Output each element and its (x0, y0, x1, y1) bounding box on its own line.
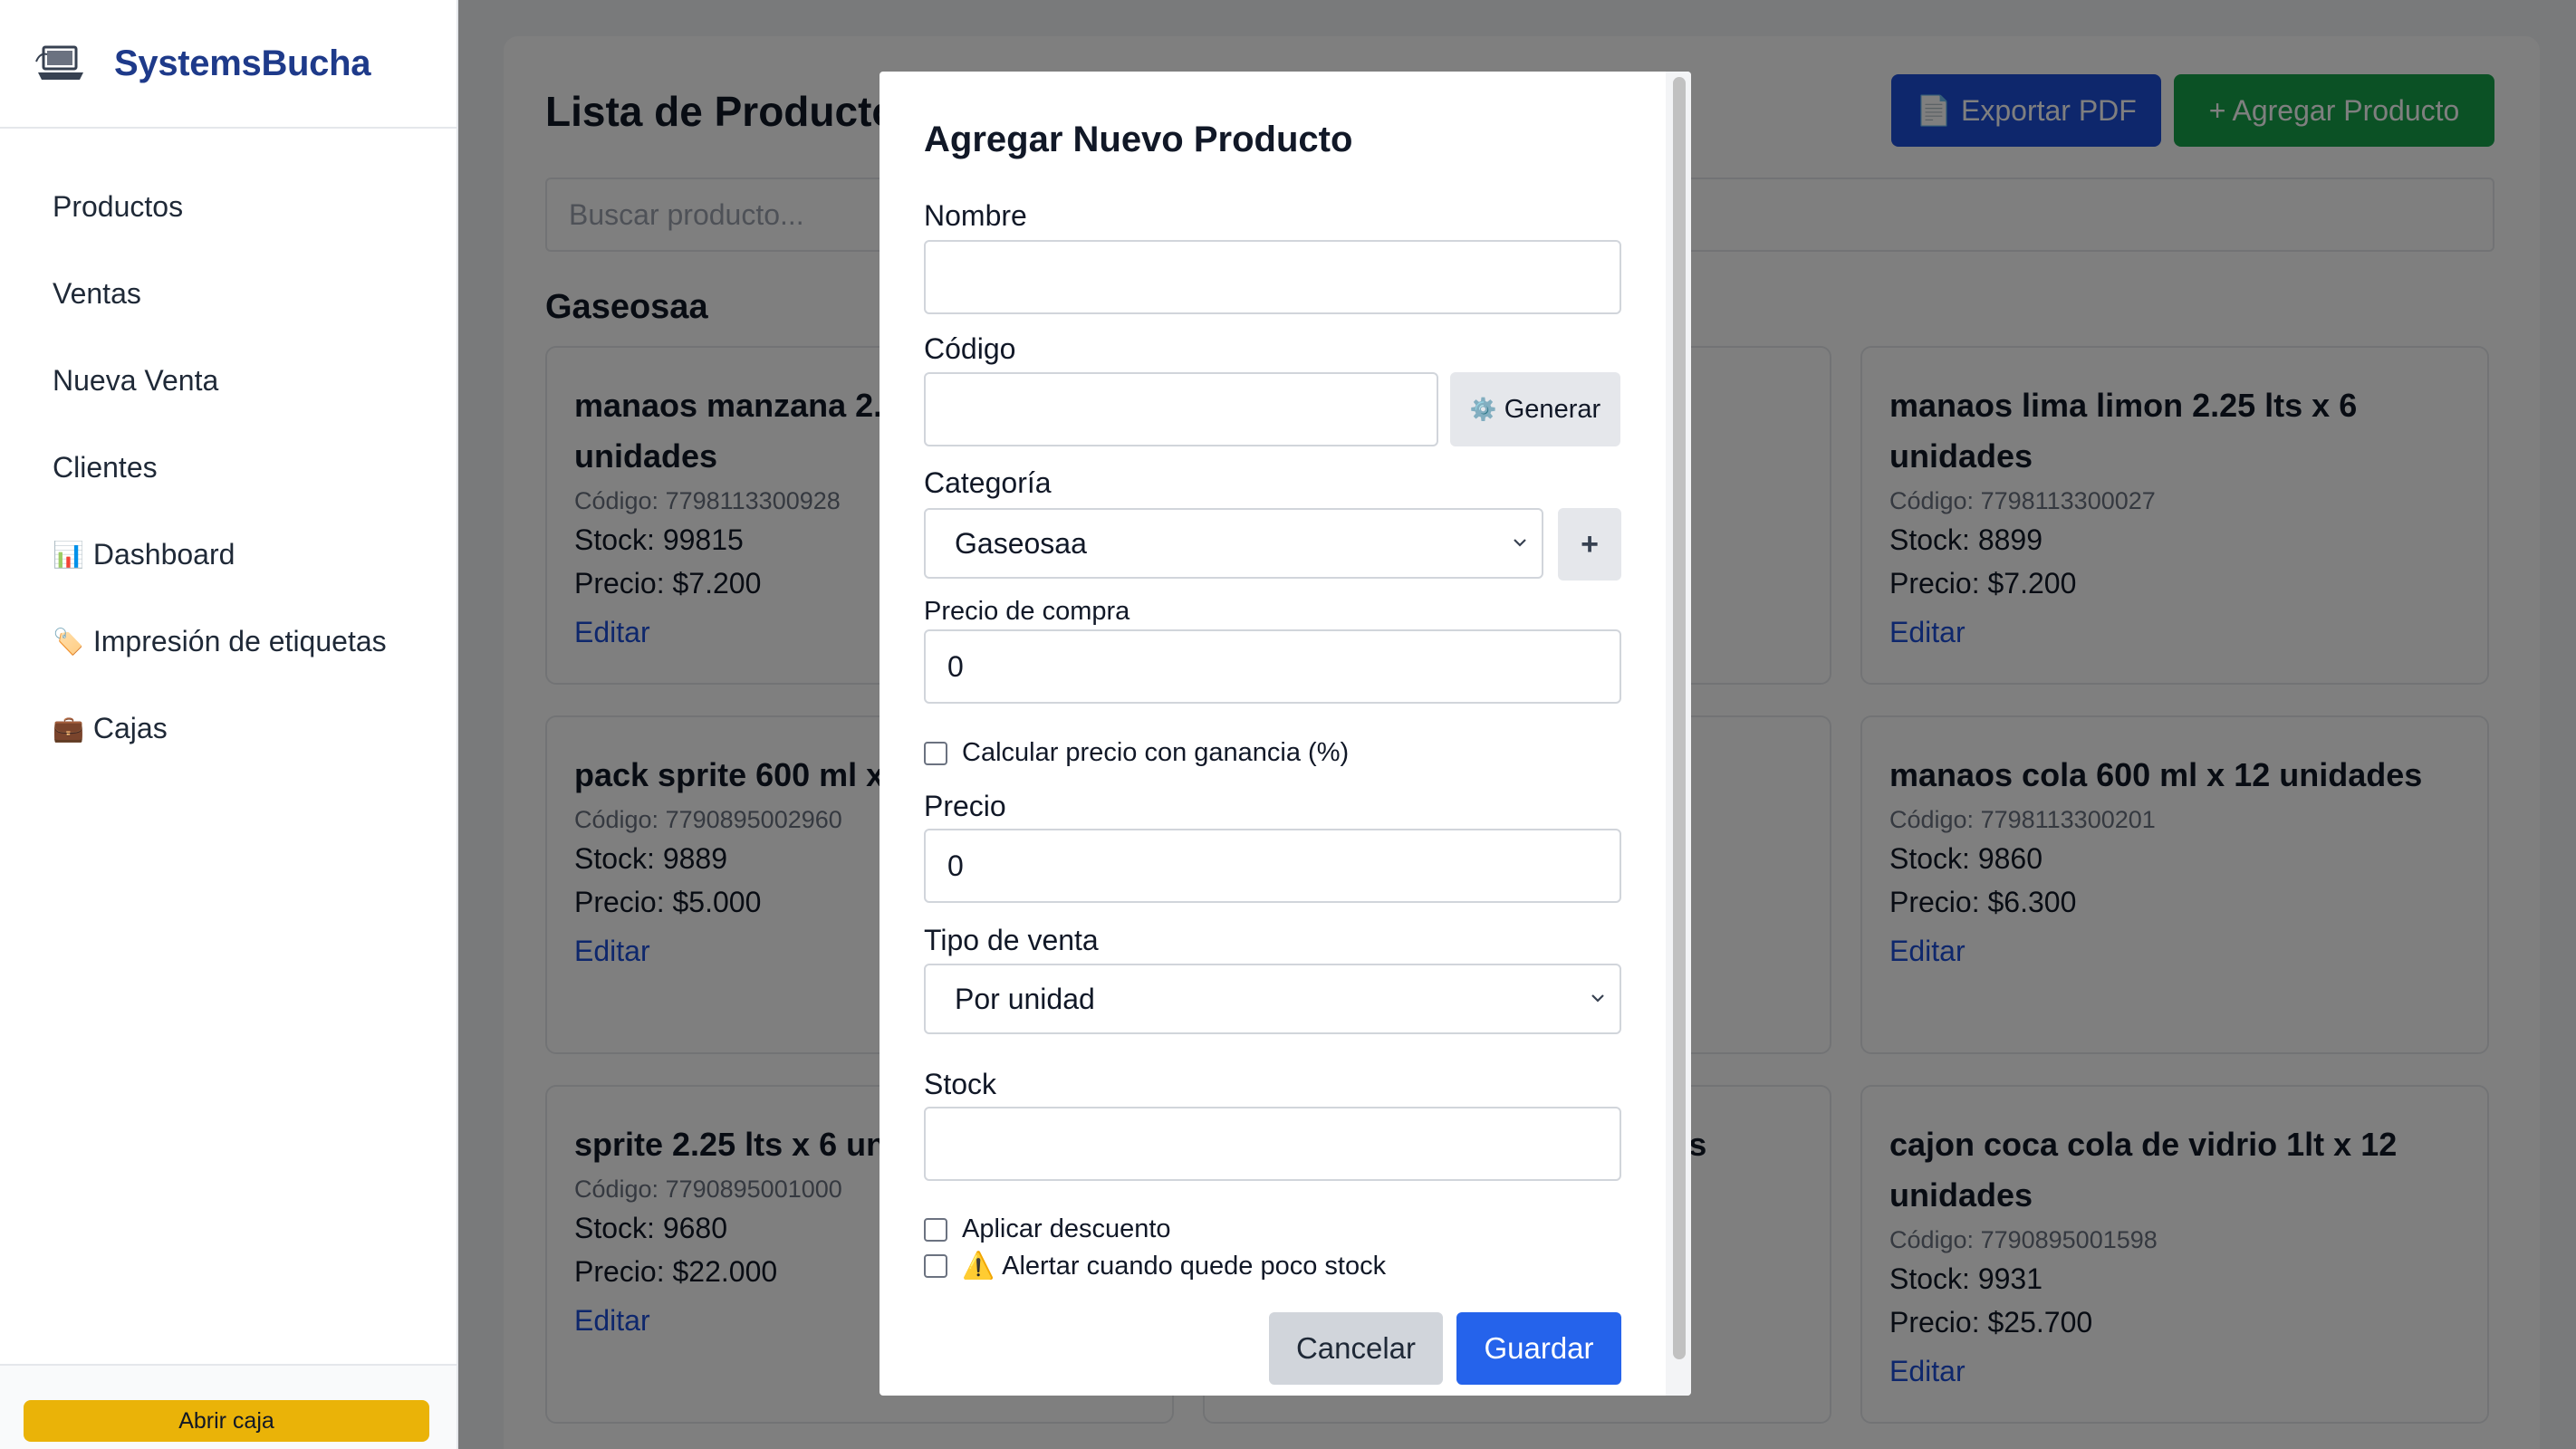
sidebar-nav: Productos Ventas Nueva Venta Clientes 📊 … (0, 129, 457, 772)
cancel-button[interactable]: Cancelar (1269, 1312, 1443, 1385)
alerta-stock-label: Alertar cuando quede poco stock (1002, 1251, 1387, 1281)
nombre-label: Nombre (924, 199, 1027, 232)
add-category-button[interactable]: + (1558, 508, 1621, 581)
add-product-modal: Agregar Nuevo Producto Nombre Código ⚙️ … (879, 72, 1691, 1396)
brand-name: SystemsBucha (114, 43, 371, 83)
sidebar-item-clientes[interactable]: Clientes (0, 424, 457, 511)
nombre-input[interactable] (924, 240, 1621, 314)
precio-compra-input[interactable] (924, 629, 1621, 704)
sidebar-item-etiquetas[interactable]: 🏷️ Impresión de etiquetas (0, 598, 457, 685)
stock-label: Stock (924, 1068, 997, 1100)
categoria-select[interactable]: Gaseosaa (924, 508, 1543, 579)
sidebar-item-label: Clientes (53, 450, 158, 484)
modal-scrollbar[interactable] (1666, 72, 1691, 1396)
calc-ganancia-option: Calcular precio con ganancia (%) (924, 738, 1349, 768)
stock-input[interactable] (924, 1107, 1621, 1181)
generate-code-label: Generar (1504, 394, 1601, 424)
warning-icon: ⚠️ (962, 1252, 995, 1281)
categoria-selected-value: Gaseosaa (955, 526, 1087, 560)
sidebar-item-productos[interactable]: Productos (0, 163, 457, 250)
alerta-stock-option: ⚠️ Alertar cuando quede poco stock (924, 1251, 1386, 1281)
codigo-input[interactable] (924, 372, 1438, 446)
sidebar-item-label: Cajas (92, 711, 168, 744)
calc-ganancia-label: Calcular precio con ganancia (%) (962, 738, 1350, 767)
sidebar-footer: Abrir caja (0, 1364, 457, 1449)
generate-code-button[interactable]: ⚙️ Generar (1450, 372, 1620, 446)
alerta-stock-checkbox[interactable] (924, 1254, 947, 1278)
categoria-label: Categoría (924, 466, 1052, 499)
brand-header: SystemsBucha (0, 0, 457, 129)
tipo-venta-select[interactable]: Por unidad (924, 964, 1621, 1034)
sidebar-item-cajas[interactable]: 💼 Cajas (0, 685, 457, 772)
save-button[interactable]: Guardar (1456, 1312, 1621, 1385)
scrollbar-thumb[interactable] (1673, 77, 1686, 1359)
bar-chart-icon: 📊 (53, 540, 84, 569)
sidebar-item-dashboard[interactable]: 📊 Dashboard (0, 511, 457, 598)
sidebar-item-label: Productos (53, 189, 184, 223)
codigo-label: Código (924, 332, 1016, 365)
chevron-down-icon (1514, 539, 1526, 547)
briefcase-icon: 💼 (53, 714, 84, 743)
precio-compra-label: Precio de compra (924, 597, 1130, 626)
tipo-venta-label: Tipo de venta (924, 924, 1099, 956)
sidebar: SystemsBucha Productos Ventas Nueva Vent… (0, 0, 458, 1449)
computer-logo-icon (35, 45, 83, 80)
sidebar-item-label: Nueva Venta (53, 363, 219, 397)
chevron-down-icon (1591, 994, 1604, 1003)
descuento-label: Aplicar descuento (962, 1214, 1171, 1243)
modal-title: Agregar Nuevo Producto (924, 120, 1353, 159)
precio-input[interactable] (924, 829, 1621, 903)
sidebar-item-label: Impresión de etiquetas (92, 624, 387, 657)
sidebar-item-label: Ventas (53, 276, 141, 310)
descuento-checkbox[interactable] (924, 1217, 947, 1242)
descuento-option: Aplicar descuento (924, 1214, 1171, 1244)
open-cash-button[interactable]: Abrir caja (24, 1400, 429, 1442)
precio-label: Precio (924, 790, 1006, 822)
sidebar-item-label: Dashboard (92, 537, 235, 571)
gear-icon: ⚙️ (1469, 397, 1497, 422)
label-tag-icon: 🏷️ (53, 627, 84, 656)
tipo-venta-selected-value: Por unidad (955, 982, 1095, 1015)
calc-ganancia-checkbox[interactable] (924, 741, 947, 765)
sidebar-item-ventas[interactable]: Ventas (0, 250, 457, 337)
sidebar-item-nueva-venta[interactable]: Nueva Venta (0, 337, 457, 424)
